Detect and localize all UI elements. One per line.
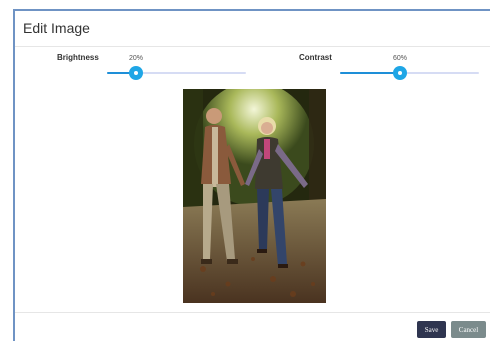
contrast-slider[interactable]: 60% <box>340 55 479 80</box>
contrast-value: 60% <box>392 55 407 62</box>
brightness-label: Brightness <box>57 53 99 62</box>
dialog-title: Edit Image <box>23 20 90 36</box>
dialog-header: Edit Image <box>15 11 490 47</box>
contrast-slider-thumb[interactable] <box>393 66 407 80</box>
contrast-slider-fill <box>340 72 400 74</box>
save-button[interactable]: Save <box>417 321 446 338</box>
brightness-slider[interactable]: 20% <box>107 55 246 80</box>
cancel-button[interactable]: Cancel <box>451 321 486 338</box>
contrast-label: Contrast <box>299 53 332 62</box>
image-preview <box>183 89 326 303</box>
brightness-value: 20% <box>128 55 143 62</box>
couple-photo <box>183 89 326 303</box>
brightness-slider-thumb[interactable] <box>129 66 143 80</box>
